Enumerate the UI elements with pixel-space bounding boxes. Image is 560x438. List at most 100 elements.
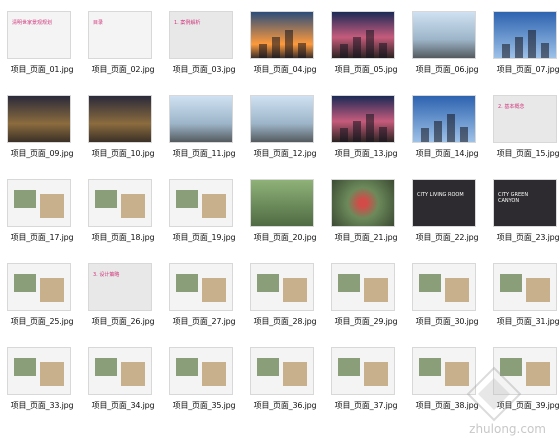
file-item[interactable]: 项目_页面_05.jpg: [326, 6, 406, 92]
thumbnail-text: 清明世家景观规划: [12, 20, 53, 26]
file-name-label: 项目_页面_25.jpg: [10, 317, 74, 326]
thumbnail-image-block: [526, 362, 550, 386]
file-thumbnail[interactable]: [170, 96, 232, 142]
thumbnail-building-shape: [353, 121, 361, 142]
file-name-label: 项目_页面_10.jpg: [91, 149, 155, 158]
file-item[interactable]: 项目_页面_14.jpg: [407, 90, 487, 176]
file-thumbnail[interactable]: [332, 12, 394, 58]
file-item[interactable]: 项目_页面_20.jpg: [245, 174, 325, 260]
thumbnail-image-block: [364, 278, 388, 302]
thumbnail-building-shape: [434, 121, 442, 142]
file-thumbnail[interactable]: [332, 348, 394, 394]
file-item[interactable]: 目录 项目_页面_02.jpg: [83, 6, 163, 92]
file-thumbnail[interactable]: [494, 12, 556, 58]
file-item[interactable]: 项目_页面_19.jpg: [164, 174, 244, 260]
file-item[interactable]: 项目_页面_10.jpg: [83, 90, 163, 176]
thumbnail-image-block: [176, 358, 198, 376]
file-thumbnail[interactable]: [413, 96, 475, 142]
file-name-label: 项目_页面_14.jpg: [415, 149, 479, 158]
thumbnail-building-shape: [259, 44, 267, 58]
file-item[interactable]: 项目_页面_27.jpg: [164, 258, 244, 344]
thumbnail-image-block: [202, 194, 226, 218]
file-thumbnail[interactable]: [8, 264, 70, 310]
thumbnail-building-shape: [447, 114, 455, 142]
file-thumbnail[interactable]: CITY LIVING ROOM: [413, 180, 475, 226]
file-thumbnail[interactable]: [170, 180, 232, 226]
file-thumbnail[interactable]: 清明世家景观规划: [8, 12, 70, 58]
file-thumbnail[interactable]: 2. 基本概念: [494, 96, 556, 142]
file-item[interactable]: 项目_页面_11.jpg: [164, 90, 244, 176]
file-item[interactable]: 2. 基本概念 项目_页面_15.jpg: [488, 90, 560, 176]
file-item[interactable]: CITY LIVING ROOM 项目_页面_22.jpg: [407, 174, 487, 260]
file-thumbnail[interactable]: [251, 348, 313, 394]
file-thumbnail[interactable]: [251, 180, 313, 226]
file-item[interactable]: 项目_页面_06.jpg: [407, 6, 487, 92]
file-item[interactable]: 项目_页面_18.jpg: [83, 174, 163, 260]
file-thumbnail[interactable]: [8, 348, 70, 394]
file-thumbnail[interactable]: 目录: [89, 12, 151, 58]
thumbnail-image-block: [338, 274, 360, 292]
file-name-label: 项目_页面_17.jpg: [10, 233, 74, 242]
thumbnail-image-block: [202, 362, 226, 386]
watermark-logo-icon: [464, 364, 524, 424]
file-name-label: 项目_页面_07.jpg: [496, 65, 560, 74]
thumbnail-text: CITY LIVING ROOM: [417, 192, 464, 198]
file-thumbnail[interactable]: [170, 264, 232, 310]
file-name-label: 项目_页面_01.jpg: [10, 65, 74, 74]
thumbnail-building-shape: [298, 43, 306, 58]
thumbnail-image-block: [40, 362, 64, 386]
file-item[interactable]: 项目_页面_36.jpg: [245, 342, 325, 428]
file-name-label: 项目_页面_19.jpg: [172, 233, 236, 242]
file-thumbnail[interactable]: [413, 12, 475, 58]
file-thumbnail[interactable]: [251, 96, 313, 142]
file-item[interactable]: 项目_页面_04.jpg: [245, 6, 325, 92]
file-item[interactable]: 项目_页面_30.jpg: [407, 258, 487, 344]
file-item[interactable]: 项目_页面_33.jpg: [2, 342, 82, 428]
file-thumbnail[interactable]: [89, 180, 151, 226]
file-item[interactable]: 3. 设计策略 项目_页面_26.jpg: [83, 258, 163, 344]
file-thumbnail[interactable]: [251, 264, 313, 310]
thumbnail-image-block: [257, 274, 279, 292]
file-thumbnail[interactable]: [89, 96, 151, 142]
file-thumbnail[interactable]: [494, 264, 556, 310]
file-item[interactable]: 清明世家景观规划项目_页面_01.jpg: [2, 6, 82, 92]
thumbnail-image-block: [202, 278, 226, 302]
thumbnail-image-block: [445, 278, 469, 302]
file-thumbnail[interactable]: [413, 264, 475, 310]
file-item[interactable]: 项目_页面_21.jpg: [326, 174, 406, 260]
file-thumbnail[interactable]: CITY GREEN CANYON: [494, 180, 556, 226]
file-item[interactable]: 项目_页面_07.jpg: [488, 6, 560, 92]
file-name-label: 项目_页面_06.jpg: [415, 65, 479, 74]
file-thumbnail[interactable]: [170, 348, 232, 394]
file-item[interactable]: 项目_页面_34.jpg: [83, 342, 163, 428]
file-thumbnail[interactable]: 1. 案例解析: [170, 12, 232, 58]
file-thumbnail[interactable]: [332, 264, 394, 310]
thumbnail-image-block: [176, 274, 198, 292]
thumbnail-building-shape: [379, 43, 387, 58]
file-item[interactable]: 项目_页面_28.jpg: [245, 258, 325, 344]
thumbnail-image-block: [526, 278, 550, 302]
file-thumbnail[interactable]: [332, 96, 394, 142]
file-item[interactable]: 1. 案例解析 项目_页面_03.jpg: [164, 6, 244, 92]
file-item[interactable]: 项目_页面_09.jpg: [2, 90, 82, 176]
file-thumbnail[interactable]: 3. 设计策略: [89, 264, 151, 310]
file-thumbnail[interactable]: [89, 348, 151, 394]
file-item[interactable]: 项目_页面_25.jpg: [2, 258, 82, 344]
file-item[interactable]: CITY GREEN CANYON 项目_页面_23.jpg: [488, 174, 560, 260]
thumbnail-building-shape: [460, 127, 468, 142]
file-name-label: 项目_页面_22.jpg: [415, 233, 479, 242]
file-thumbnail[interactable]: [332, 180, 394, 226]
file-item[interactable]: 项目_页面_12.jpg: [245, 90, 325, 176]
file-thumbnail[interactable]: [8, 96, 70, 142]
file-name-label: 项目_页面_21.jpg: [334, 233, 398, 242]
file-item[interactable]: 项目_页面_17.jpg: [2, 174, 82, 260]
file-name-label: 项目_页面_29.jpg: [334, 317, 398, 326]
file-item[interactable]: 项目_页面_13.jpg: [326, 90, 406, 176]
thumbnail-image-block: [283, 362, 307, 386]
file-item[interactable]: 项目_页面_31.jpg: [488, 258, 560, 344]
file-item[interactable]: 项目_页面_29.jpg: [326, 258, 406, 344]
file-item[interactable]: 项目_页面_35.jpg: [164, 342, 244, 428]
file-item[interactable]: 项目_页面_37.jpg: [326, 342, 406, 428]
file-thumbnail[interactable]: [251, 12, 313, 58]
file-thumbnail[interactable]: [8, 180, 70, 226]
